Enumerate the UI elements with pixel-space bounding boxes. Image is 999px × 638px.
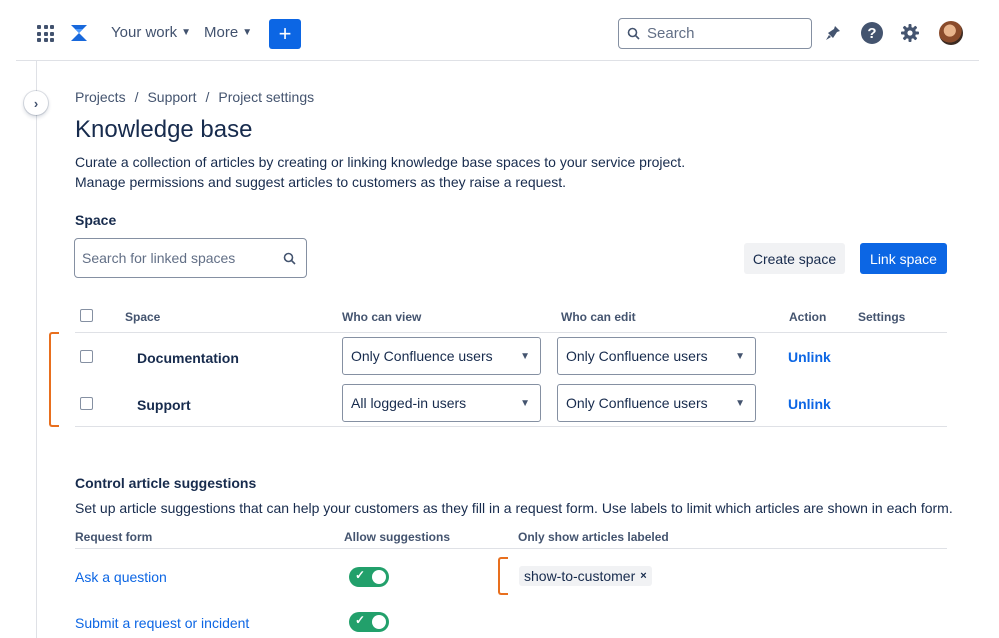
request-form-ask-a-question[interactable]: Ask a question xyxy=(75,569,167,585)
select-value: Only Confluence users xyxy=(351,348,493,364)
row-checkbox-support[interactable] xyxy=(80,397,93,410)
search-input[interactable]: Search xyxy=(618,18,812,49)
select-value: All logged-in users xyxy=(351,395,467,411)
create-button[interactable]: + xyxy=(269,19,301,49)
label-tag: show-to-customer × xyxy=(519,566,652,586)
breadcrumb-projects[interactable]: Projects xyxy=(75,89,126,105)
column-header-settings: Settings xyxy=(858,310,906,324)
column-header-space: Space xyxy=(125,310,161,324)
article-suggestions-title: Control article suggestions xyxy=(75,475,257,491)
request-form-submit-request[interactable]: Submit a request or incident xyxy=(75,615,249,631)
more-label: More xyxy=(204,24,239,41)
column-header-allow-suggestions: Allow suggestions xyxy=(344,530,451,544)
suggestions-header-divider xyxy=(75,548,947,549)
article-suggestions-description: Set up article suggestions that can help… xyxy=(75,500,953,516)
sidebar-divider xyxy=(36,61,37,638)
description-line-1: Curate a collection of articles by creat… xyxy=(75,154,686,170)
breadcrumb-separator: / xyxy=(134,89,139,105)
highlight-bracket-rows xyxy=(49,332,59,427)
who-can-view-select-support[interactable]: All logged-in users ▼ xyxy=(342,384,541,422)
top-navigation-bar: Your work ▼ More ▼ + Search ? xyxy=(0,0,999,60)
row-checkbox-documentation[interactable] xyxy=(80,350,93,363)
space-name-support: Support xyxy=(137,397,191,413)
description-line-2: Manage permissions and suggest articles … xyxy=(75,174,567,190)
notifications-icon[interactable] xyxy=(822,22,844,44)
chevron-down-icon: ▼ xyxy=(520,397,530,409)
more-menu[interactable]: More ▼ xyxy=(204,24,252,41)
chevron-right-icon: › xyxy=(33,95,39,111)
expand-sidebar-button[interactable]: › xyxy=(24,91,48,115)
settings-gear-icon[interactable] xyxy=(899,22,921,44)
search-icon xyxy=(283,252,296,265)
page-description: Curate a collection of articles by creat… xyxy=(75,152,685,192)
chevron-down-icon: ▼ xyxy=(181,27,192,38)
your-work-label: Your work xyxy=(111,24,178,41)
who-can-view-select-documentation[interactable]: Only Confluence users ▼ xyxy=(342,337,541,375)
check-icon: ✓ xyxy=(355,613,366,627)
your-work-menu[interactable]: Your work ▼ xyxy=(111,24,191,41)
allow-suggestions-toggle-ask-a-question[interactable]: ✓ xyxy=(349,567,389,587)
breadcrumb-separator: / xyxy=(205,89,210,105)
chevron-down-icon: ▼ xyxy=(242,27,253,38)
select-all-checkbox[interactable] xyxy=(80,309,93,322)
unlink-support-link[interactable]: Unlink xyxy=(788,396,831,412)
column-header-who-can-edit: Who can edit xyxy=(561,310,636,324)
toggle-knob xyxy=(372,615,386,629)
search-placeholder: Search xyxy=(647,25,695,42)
chevron-down-icon: ▼ xyxy=(735,350,745,362)
who-can-edit-select-documentation[interactable]: Only Confluence users ▼ xyxy=(557,337,756,375)
linked-spaces-search-input[interactable]: Search for linked spaces xyxy=(74,238,307,278)
create-space-button[interactable]: Create space xyxy=(744,243,845,274)
table-bottom-divider xyxy=(75,426,947,427)
label-tag-text: show-to-customer xyxy=(524,568,636,584)
search-icon xyxy=(627,27,640,40)
space-section-label: Space xyxy=(75,212,117,228)
space-name-documentation: Documentation xyxy=(137,350,239,366)
allow-suggestions-toggle-submit-request[interactable]: ✓ xyxy=(349,612,389,632)
column-header-who-can-view: Who can view xyxy=(342,310,422,324)
chevron-down-icon: ▼ xyxy=(520,350,530,362)
app-switcher-icon[interactable] xyxy=(37,25,54,42)
linked-spaces-search-placeholder: Search for linked spaces xyxy=(82,250,236,266)
select-value: Only Confluence users xyxy=(566,395,708,411)
jira-logo-icon[interactable] xyxy=(68,22,90,44)
page-title: Knowledge base xyxy=(75,116,253,143)
remove-label-icon[interactable]: × xyxy=(640,570,646,582)
column-header-labels: Only show articles labeled xyxy=(518,530,669,544)
toggle-knob xyxy=(372,570,386,584)
column-header-request-form: Request form xyxy=(75,530,153,544)
chevron-down-icon: ▼ xyxy=(735,397,745,409)
column-header-action: Action xyxy=(789,310,827,324)
who-can-edit-select-support[interactable]: Only Confluence users ▼ xyxy=(557,384,756,422)
help-icon[interactable]: ? xyxy=(861,22,883,44)
user-avatar[interactable] xyxy=(939,21,963,45)
check-icon: ✓ xyxy=(355,568,366,582)
highlight-bracket-label xyxy=(498,557,508,595)
table-header-divider xyxy=(75,332,947,333)
link-space-button[interactable]: Link space xyxy=(860,243,947,274)
unlink-documentation-link[interactable]: Unlink xyxy=(788,349,831,365)
breadcrumb-project-settings[interactable]: Project settings xyxy=(218,89,314,105)
breadcrumb-support[interactable]: Support xyxy=(147,89,196,105)
breadcrumb: Projects / Support / Project settings xyxy=(75,89,314,105)
header-divider xyxy=(16,60,979,61)
select-value: Only Confluence users xyxy=(566,348,708,364)
